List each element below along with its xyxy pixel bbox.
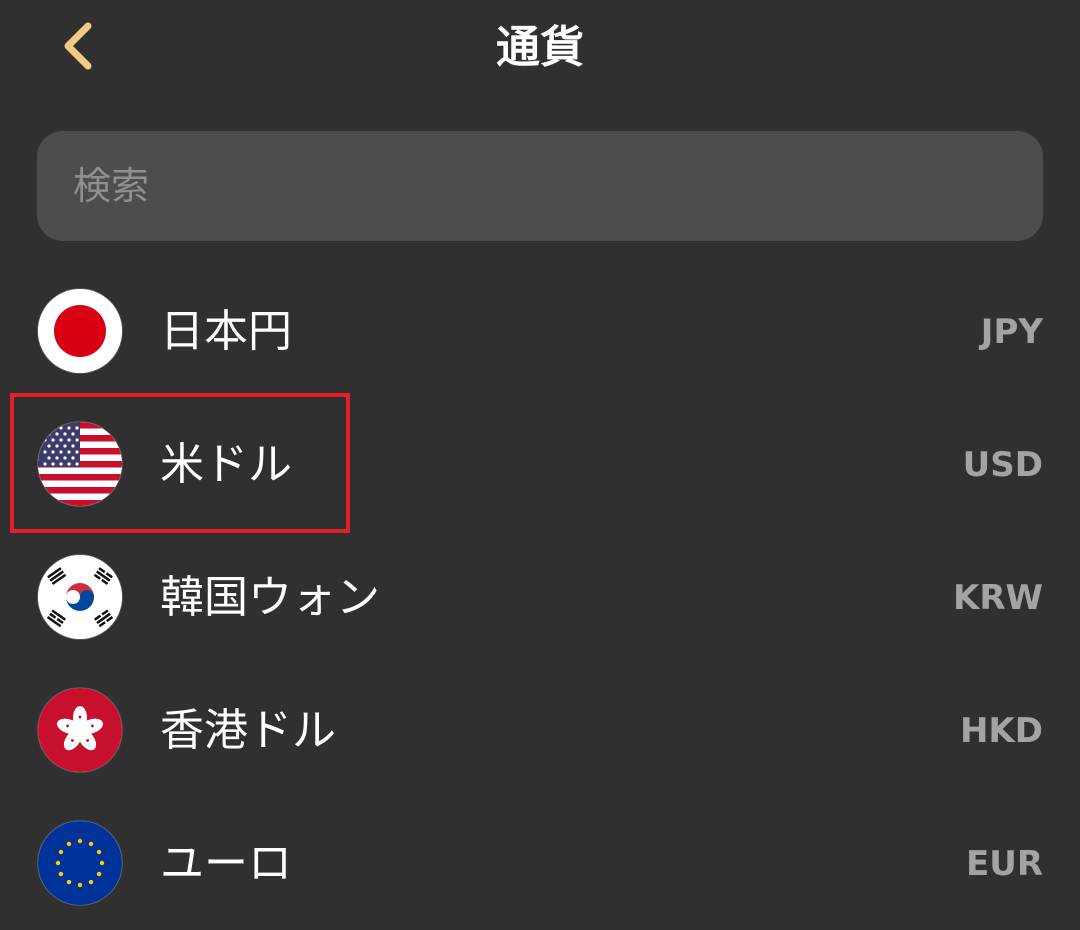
currency-row-jpy[interactable]: 日本円 JPY <box>0 265 1080 398</box>
currency-name: ユーロ <box>160 838 292 889</box>
currency-list: 日本円 JPY 米ドル USD 韓国ウォン KRW 香港ドル HKD ユーロ E… <box>0 265 1080 930</box>
currency-name: 米ドル <box>160 439 292 490</box>
japan-flag-icon <box>38 289 122 373</box>
currency-name: 韓国ウォン <box>160 572 380 623</box>
south-korea-flag-icon <box>38 555 122 639</box>
currency-code: JPY <box>980 312 1043 352</box>
currency-row-hkd[interactable]: 香港ドル HKD <box>0 664 1080 797</box>
search-box[interactable] <box>37 131 1043 241</box>
currency-code: HKD <box>959 711 1043 751</box>
currency-row-krw[interactable]: 韓国ウォン KRW <box>0 531 1080 664</box>
currency-code: KRW <box>952 578 1043 618</box>
header-bar: 通貨 <box>0 0 1080 100</box>
us-flag-icon <box>38 422 122 506</box>
currency-name: 香港ドル <box>160 705 336 756</box>
page-title: 通貨 <box>496 22 584 73</box>
currency-code: USD <box>962 445 1043 485</box>
currency-name: 日本円 <box>160 306 292 357</box>
currency-row-usd[interactable]: 米ドル USD <box>0 398 1080 531</box>
eu-flag-icon <box>38 821 122 905</box>
currency-code: EUR <box>965 844 1043 884</box>
hong-kong-flag-icon <box>38 688 122 772</box>
search-input[interactable] <box>37 131 1043 241</box>
currency-row-eur[interactable]: ユーロ EUR <box>0 797 1080 930</box>
